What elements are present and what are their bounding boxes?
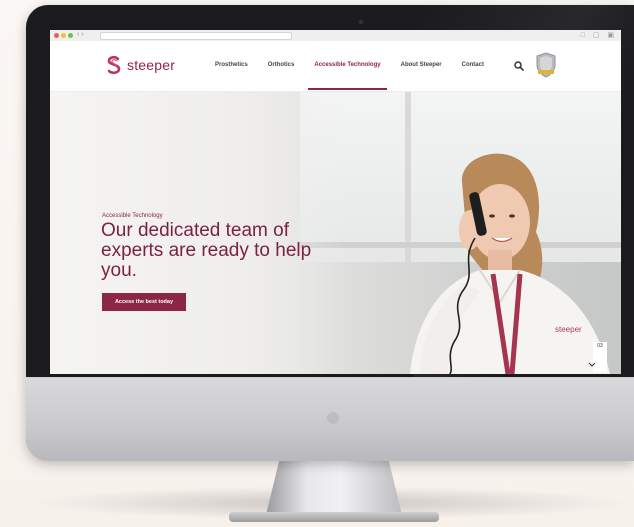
nav-accessible-technology[interactable]: Accessible Technology bbox=[308, 62, 387, 90]
search-icon[interactable] bbox=[514, 61, 524, 71]
nav-prosthetics[interactable]: Prosthetics bbox=[215, 62, 248, 68]
scroll-down-icon[interactable] bbox=[588, 360, 596, 368]
close-window-button[interactable] bbox=[54, 33, 59, 38]
main-navigation: Prosthetics Orthotics Accessible Technol… bbox=[215, 62, 504, 90]
monitor-stand bbox=[266, 459, 402, 515]
hero-eyebrow: Accessible Technology bbox=[102, 213, 163, 219]
nav-contact[interactable]: Contact bbox=[462, 62, 484, 68]
camera-dot bbox=[358, 19, 364, 25]
screen: ‹ › □ ▢ ▣ steeper Prosthetics Orthotics … bbox=[50, 30, 621, 374]
shirt-logo-text: steeper bbox=[555, 325, 582, 334]
logo-text: steeper bbox=[127, 57, 176, 73]
steeper-logo-icon bbox=[107, 55, 121, 75]
zoom-window-button[interactable] bbox=[68, 33, 73, 38]
apple-logo-icon bbox=[327, 412, 339, 424]
monitor-stand-base bbox=[229, 512, 439, 522]
access-best-today-button[interactable]: Access the best today bbox=[102, 293, 186, 311]
browser-nav-arrows[interactable]: ‹ › bbox=[77, 31, 84, 38]
shield-badge-icon bbox=[536, 52, 556, 78]
browser-window-buttons[interactable]: □ ▢ ▣ bbox=[581, 31, 617, 39]
nav-orthotics[interactable]: Orthotics bbox=[268, 62, 295, 68]
site-header: steeper Prosthetics Orthotics Accessible… bbox=[50, 41, 621, 92]
hero-title: Our dedicated team of experts are ready … bbox=[101, 220, 312, 281]
slide-number: 03 bbox=[597, 343, 603, 349]
address-bar[interactable] bbox=[100, 32, 292, 40]
site-logo[interactable]: steeper bbox=[105, 55, 175, 75]
hero-banner: steeper Accessible Technology Our dedica… bbox=[50, 92, 621, 374]
nav-about-steeper[interactable]: About Steeper bbox=[401, 62, 442, 68]
minimize-window-button[interactable] bbox=[61, 33, 66, 38]
hero-photo-woman-on-phone: steeper bbox=[410, 153, 610, 374]
